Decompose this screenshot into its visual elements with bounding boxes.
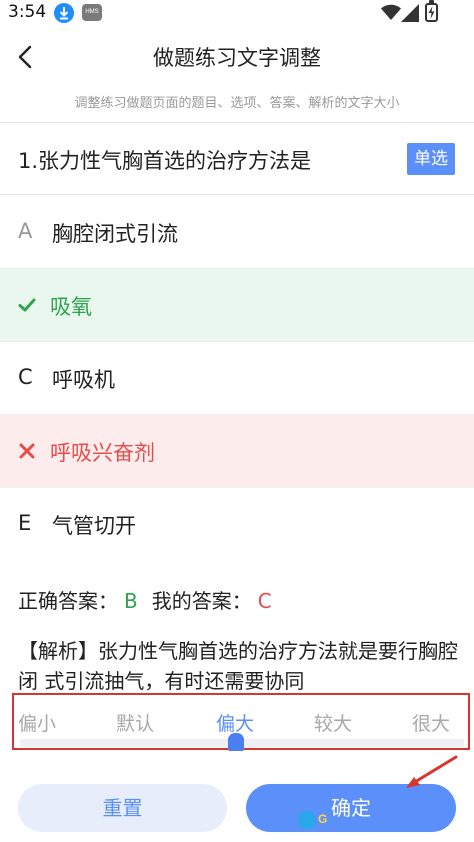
question-text: 1.张力性气胸首选的治疗方法是 xyxy=(18,149,312,173)
size-option-large[interactable]: 较大 xyxy=(314,709,352,736)
size-option-small[interactable]: 偏小 xyxy=(18,709,56,736)
annotation-arrow-icon xyxy=(400,755,460,799)
option-e[interactable]: E 气管切开 xyxy=(0,488,474,561)
option-a[interactable]: A 胸腔闭式引流 xyxy=(0,196,474,269)
option-text: 胸腔闭式引流 xyxy=(52,222,178,246)
option-text: 呼吸机 xyxy=(52,368,115,392)
download-icon xyxy=(54,3,74,23)
option-letter: A xyxy=(18,219,33,243)
watermark-text: G xyxy=(318,812,328,826)
hms-icon: HMS xyxy=(82,4,102,21)
option-text: 气管切开 xyxy=(52,514,136,538)
correct-answer-label: 正确答案： xyxy=(18,589,118,613)
signal-icon xyxy=(401,4,419,26)
status-bar: 3:54 HMS xyxy=(0,0,474,26)
size-option-default[interactable]: 默认 xyxy=(116,709,154,736)
watermark-logo: G xyxy=(298,808,390,832)
wifi-icon xyxy=(381,4,401,25)
size-option-larger[interactable]: 偏大 xyxy=(216,709,254,736)
question-type-badge: 单选 xyxy=(407,143,455,175)
option-letter: C xyxy=(18,365,33,389)
option-d[interactable]: 呼吸兴奋剂 xyxy=(0,415,474,488)
cross-icon xyxy=(16,440,38,462)
page-title: 做题练习文字调整 xyxy=(153,46,321,70)
analysis-text: 【解析】张力性气胸首选的治疗方法就是要行胸腔闭 式引流抽气，有时还需要协同 xyxy=(18,639,458,693)
option-letter: E xyxy=(18,511,32,535)
option-b[interactable]: 吸氧 xyxy=(0,269,474,342)
answer-line: 正确答案： B 我的答案： C xyxy=(18,585,272,614)
my-answer-value: C xyxy=(257,589,272,613)
watermark-logo-icon xyxy=(298,811,316,829)
size-option-very-large[interactable]: 很大 xyxy=(412,709,450,736)
battery-icon xyxy=(425,0,438,22)
page-subtitle: 调整练习做题页面的题目、选项、答案、解析的文字大小 xyxy=(74,96,400,111)
size-slider-thumb[interactable] xyxy=(228,733,244,751)
option-text: 吸氧 xyxy=(50,295,92,319)
option-c[interactable]: C 呼吸机 xyxy=(0,342,474,415)
option-text: 呼吸兴奋剂 xyxy=(50,441,155,465)
correct-answer-value: B xyxy=(124,589,138,613)
status-time: 3:54 xyxy=(8,2,47,22)
my-answer-label: 我的答案： xyxy=(151,589,252,613)
header: 做题练习文字调整 xyxy=(0,30,474,84)
question: 1.张力性气胸首选的治疗方法是 xyxy=(0,123,474,195)
font-size-selector[interactable]: 偏小 默认 偏大 较大 很大 xyxy=(12,693,470,751)
reset-button[interactable]: 重置 xyxy=(18,784,227,832)
check-icon xyxy=(16,294,38,316)
